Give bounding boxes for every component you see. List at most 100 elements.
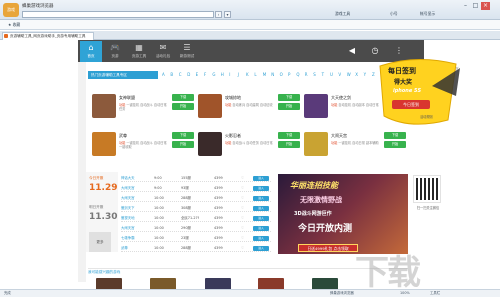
game-name[interactable]: 女神联盟 xyxy=(119,95,135,101)
download-button[interactable]: 下载 xyxy=(278,132,300,139)
tools-menu[interactable]: 游戏工具 xyxy=(335,11,350,17)
letter-t[interactable]: T xyxy=(322,72,324,77)
status-toolbar[interactable]: 工具栏 xyxy=(430,290,440,297)
game-card[interactable]: 大闹天宫 功能 一键挂机 自动日常 副本辅助 下载 开始 xyxy=(304,132,408,164)
game-thumbnail[interactable] xyxy=(198,132,222,156)
letter-v[interactable]: V xyxy=(338,72,341,77)
server-game[interactable]: 大闹天宫 xyxy=(121,224,135,232)
server-game[interactable]: 神话大天 xyxy=(121,174,135,182)
server-game[interactable]: 傲视天地 xyxy=(121,214,135,222)
letter-p[interactable]: P xyxy=(288,72,290,77)
enter-button[interactable]: 进入 xyxy=(253,225,269,231)
signin-button[interactable]: 今日签到 xyxy=(392,100,430,109)
close-icon[interactable]: × xyxy=(455,66,461,72)
game-name[interactable]: 大闹天宫 xyxy=(331,133,347,139)
letter-h[interactable]: H xyxy=(221,72,224,77)
address-bar[interactable] xyxy=(22,11,214,18)
gift-icon[interactable]: ♡ xyxy=(241,204,244,212)
enter-button[interactable]: 进入 xyxy=(253,185,269,191)
server-row[interactable]: 大闹天宫 10:00 288服 4399 ♡ 进入 xyxy=(121,194,271,202)
letter-y[interactable]: Y xyxy=(364,72,366,77)
display-menu[interactable]: 帐号显示 xyxy=(420,11,435,17)
server-row[interactable]: 七雄争霸 10:00 23服 4399 ♡ 进入 xyxy=(121,234,271,242)
enter-button[interactable]: 进入 xyxy=(253,235,269,241)
enter-button[interactable]: 进入 xyxy=(253,215,269,221)
nav-newgames[interactable]: ☰ 新游测试 xyxy=(176,41,198,62)
banner-cta-button[interactable]: 日送4999礼包 点击领取 xyxy=(298,244,358,252)
download-button[interactable]: 下载 xyxy=(172,132,194,139)
letter-o[interactable]: O xyxy=(280,72,283,77)
game-name[interactable]: 火影忍者 xyxy=(225,133,241,139)
letter-l[interactable]: L xyxy=(254,72,256,77)
server-row[interactable]: 傲视天地 10:00 全民71-27f 4399 ♡ 进入 xyxy=(121,214,271,222)
game-name[interactable]: 攻城掠地 xyxy=(225,95,241,101)
favorites-menu[interactable]: ★ 收藏 xyxy=(8,22,20,28)
server-row[interactable]: 武尊 10:00 288服 4399 ♡ 进入 xyxy=(121,244,271,252)
start-button[interactable]: 开始 xyxy=(172,141,194,148)
game-name[interactable]: 武尊 xyxy=(119,133,127,139)
letter-k[interactable]: K xyxy=(246,72,249,77)
gift-icon[interactable]: ♡ xyxy=(241,174,244,182)
letter-w[interactable]: W xyxy=(347,72,351,77)
gift-icon[interactable]: ♡ xyxy=(241,184,244,192)
letter-u[interactable]: U xyxy=(330,72,333,77)
letter-m[interactable]: M xyxy=(263,72,266,77)
volume-icon[interactable]: ◀ xyxy=(345,44,359,58)
nav-webgames[interactable]: 🎮 页游 xyxy=(104,41,126,62)
rules-link[interactable]: 活动规则 xyxy=(420,114,433,119)
letter-a[interactable]: A xyxy=(162,72,165,77)
server-row[interactable]: 神话大天 9:00 155服 4399 ♡ 进入 xyxy=(121,174,271,182)
go-button[interactable]: › xyxy=(215,11,222,18)
nav-home[interactable]: ⌂ 首页 xyxy=(80,41,102,62)
start-button[interactable]: 开始 xyxy=(278,141,300,148)
letter-e[interactable]: E xyxy=(196,72,199,77)
letter-q[interactable]: Q xyxy=(296,72,299,77)
server-game[interactable]: 大闹天宫 xyxy=(121,194,135,202)
letter-g[interactable]: G xyxy=(212,72,215,77)
server-game[interactable]: 武尊 xyxy=(121,244,128,252)
server-game[interactable]: 傲剑天下 xyxy=(121,204,135,212)
game-thumbnail[interactable] xyxy=(198,94,222,118)
start-button[interactable]: 开始 xyxy=(384,141,406,148)
accounts-menu[interactable]: 小号 xyxy=(390,11,398,17)
game-card[interactable]: 火影忍者 功能 自动战斗 自动任务 自动日常 下载 开始 xyxy=(198,132,302,164)
game-thumbnail[interactable] xyxy=(92,132,116,156)
nav-tools[interactable]: ▦ 页游工具 xyxy=(128,41,150,62)
download-button[interactable]: 下载 xyxy=(172,94,194,101)
maximize-button[interactable]: □ xyxy=(471,2,480,10)
enter-button[interactable]: 进入 xyxy=(253,205,269,211)
enter-button[interactable]: 进入 xyxy=(253,245,269,251)
enter-button[interactable]: 进入 xyxy=(253,195,269,201)
tab-active[interactable]: 页游辅助工具_网页游戏助手_页游专用辅助工具 xyxy=(2,32,94,40)
letter-j[interactable]: J xyxy=(238,72,239,77)
download-button[interactable]: 下载 xyxy=(384,132,406,139)
letter-n[interactable]: N xyxy=(271,72,274,77)
game-thumbnail[interactable] xyxy=(92,94,116,118)
server-game[interactable]: 七雄争霸 xyxy=(121,234,135,242)
letter-d[interactable]: D xyxy=(187,72,190,77)
dropdown-icon[interactable]: ▾ xyxy=(224,11,231,18)
letter-b[interactable]: B xyxy=(170,72,173,77)
enter-button[interactable]: 进入 xyxy=(253,175,269,181)
status-zoom[interactable]: 100% xyxy=(400,290,410,297)
gift-icon[interactable]: ♡ xyxy=(241,244,244,252)
game-thumbnail[interactable] xyxy=(304,94,328,118)
server-row[interactable]: 大闹天宫 9:00 93服 4399 ♡ 进入 xyxy=(121,184,271,192)
letter-s[interactable]: S xyxy=(313,72,316,77)
gift-icon[interactable]: ♡ xyxy=(241,214,244,222)
gift-icon[interactable]: ♡ xyxy=(241,194,244,202)
letter-i[interactable]: I xyxy=(229,72,230,77)
minimize-button[interactable]: – xyxy=(461,2,470,10)
letter-r[interactable]: R xyxy=(305,72,308,77)
gift-icon[interactable]: ♡ xyxy=(241,234,244,242)
game-thumbnail[interactable] xyxy=(304,132,328,156)
download-button[interactable]: 下载 xyxy=(278,94,300,101)
server-row[interactable]: 大闹天宫 10:00 290服 4399 ♡ 进入 xyxy=(121,224,271,232)
game-card[interactable]: 攻城掠地 功能 自动练兵 自动建筑 自动征收 下载 开始 xyxy=(198,94,302,126)
start-button[interactable]: 开始 xyxy=(172,103,194,110)
more-button[interactable]: 更多 xyxy=(89,232,111,252)
gift-icon[interactable]: ♡ xyxy=(241,224,244,232)
start-button[interactable]: 开始 xyxy=(278,103,300,110)
game-card[interactable]: 武尊 功能 一键挂机 自动战斗 自动日常 一键收取 下载 开始 xyxy=(92,132,196,164)
close-button[interactable]: × xyxy=(481,2,490,10)
